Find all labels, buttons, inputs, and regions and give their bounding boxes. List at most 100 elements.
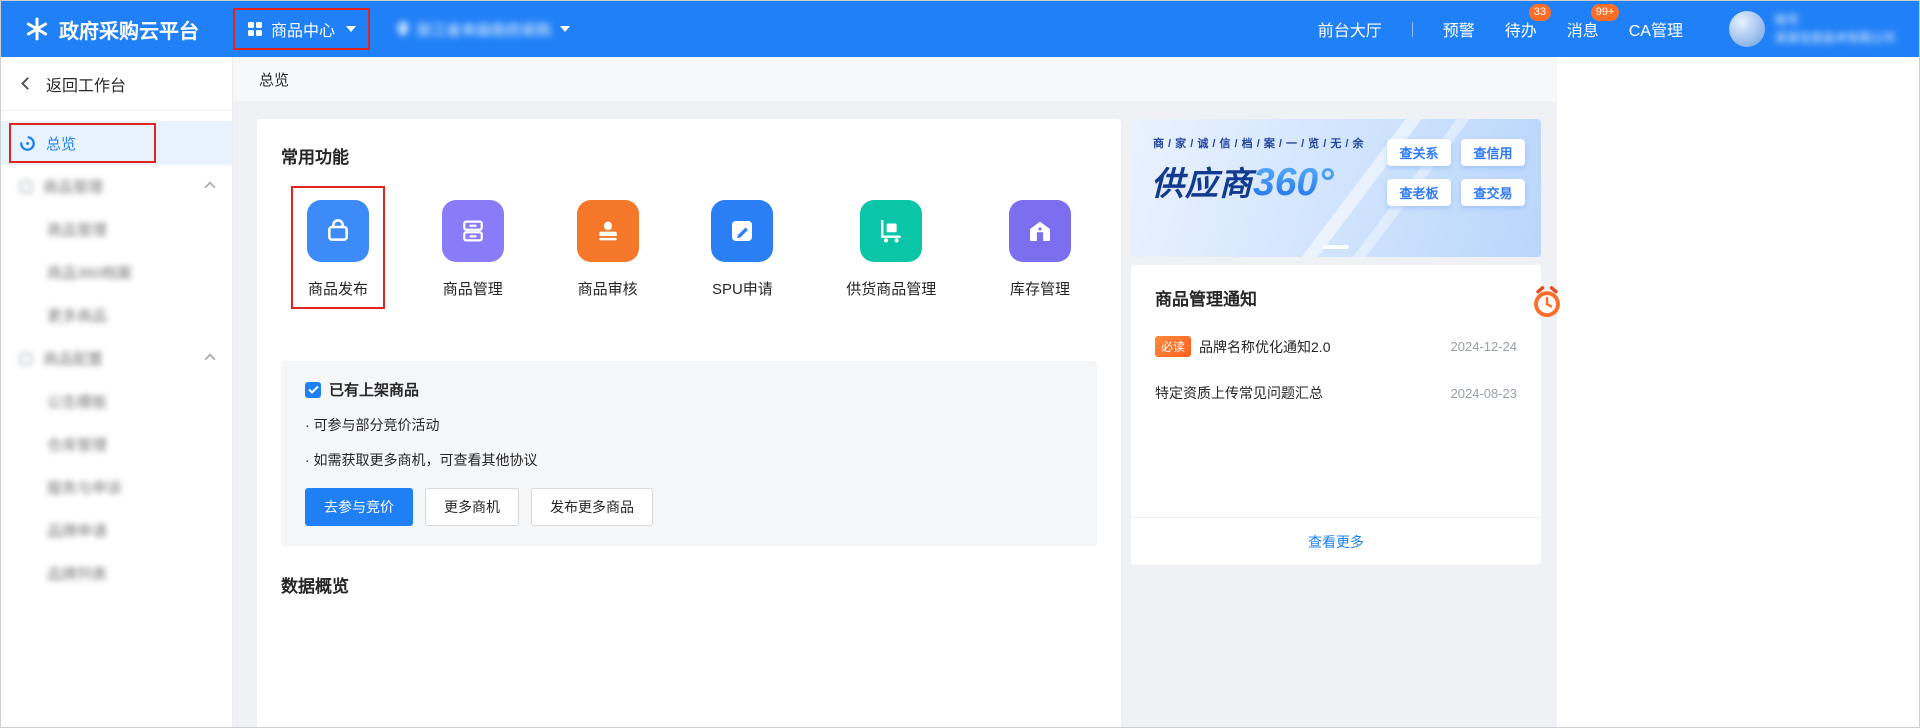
org-blurred-content: 浙江省本级政府采购: [396, 19, 551, 40]
tip-title: 已有上架商品: [329, 379, 419, 400]
avatar[interactable]: [1729, 11, 1765, 47]
breadcrumb-current: 总览: [259, 69, 289, 90]
chevron-down-icon: [560, 26, 570, 32]
fn-label: 商品审核: [578, 278, 638, 299]
message-count-badge: 99+: [1591, 4, 1620, 21]
content-area: 常用功能 商品发布 商品管理: [233, 101, 1557, 727]
sidebar-item-blurred[interactable]: 仓库管理: [1, 423, 232, 466]
org-switcher[interactable]: 浙江省本级政府采购: [396, 19, 570, 40]
tip-line-1: · 可参与部分竞价活动: [305, 415, 1073, 435]
fn-label: 库存管理: [1010, 278, 1070, 299]
carousel-indicator[interactable]: [1323, 245, 1349, 249]
must-read-tag: 必读: [1155, 336, 1191, 357]
notice-date: 2024-08-23: [1451, 386, 1518, 401]
fn-supply-product-management[interactable]: 供货商品管理: [846, 200, 936, 299]
grid-icon: [247, 21, 263, 37]
listed-products-tip: 已有上架商品 · 可参与部分竞价活动 · 如需获取更多商机，可查看其他协议 去参…: [281, 361, 1097, 546]
fn-product-review[interactable]: 商品审核: [577, 200, 639, 299]
user-menu[interactable]: 账号 某某信息技术有限公司: [1729, 11, 1895, 47]
notice-title: 商品管理通知: [1155, 285, 1517, 310]
chevron-down-icon: [346, 26, 356, 32]
sidebar-item-blurred[interactable]: 品牌申请: [1, 509, 232, 552]
sidebar-item-overview[interactable]: 总览: [1, 121, 232, 165]
tip-buttons: 去参与竞价 更多商机 发布更多商品: [305, 488, 1073, 526]
fn-product-publish[interactable]: 商品发布: [307, 200, 369, 299]
banner-slogan: 商 / 家 / 诚 / 信 / 档 / 案 / 一 / 览 / 无 / 余: [1153, 135, 1364, 151]
user-info-blurred: 账号 某某信息技术有限公司: [1775, 11, 1895, 47]
banner-title-360: 360°: [1253, 161, 1334, 205]
divider: [1412, 22, 1413, 37]
fn-label: 商品管理: [443, 278, 503, 299]
fn-product-management[interactable]: 商品管理: [442, 200, 504, 299]
overview-icon: [19, 135, 36, 152]
banner-title: 供应商 360°: [1151, 157, 1334, 205]
nav-message[interactable]: 消息 99+: [1567, 17, 1599, 41]
common-functions-card: 常用功能 商品发布 商品管理: [257, 119, 1121, 727]
publish-more-products-button[interactable]: 发布更多商品: [531, 488, 653, 526]
sidebar-item-blurred[interactable]: 更多商品: [1, 294, 232, 337]
banner-buttons: 查关系 查信用 查老板 查交易: [1387, 139, 1525, 206]
common-functions-title: 常用功能: [281, 143, 1097, 168]
fn-label: SPU申请: [712, 278, 773, 299]
notice-item[interactable]: 特定资质上传常见问题汇总 2024-08-23: [1155, 383, 1517, 403]
fn-label: 商品发布: [308, 278, 368, 299]
pencil-icon: [711, 200, 773, 262]
sidebar-group-blurred[interactable]: 商品配置: [1, 337, 232, 380]
check-credit-button[interactable]: 查信用: [1461, 139, 1525, 166]
product-notice-card: 商品管理通知 必读 品牌名称优化通知2.0 2024-12-24 特定资质上传常…: [1131, 265, 1541, 565]
warehouse-icon: [1009, 200, 1071, 262]
nav-front-hall[interactable]: 前台大厅: [1318, 17, 1382, 41]
nav-message-label: 消息: [1567, 23, 1599, 40]
sidebar-item-blurred[interactable]: 服务与申诉: [1, 466, 232, 509]
sidebar-item-blurred[interactable]: 商品360档案: [1, 251, 232, 294]
nav-warning[interactable]: 预警: [1443, 17, 1475, 41]
alarm-clock-float-icon[interactable]: [1529, 283, 1565, 323]
topbar: 政府采购云平台 商品中心 浙江省本级政府采购 前台大厅 预警 待办 33 消息: [1, 1, 1919, 57]
cabinet-icon: [442, 200, 504, 262]
check-transactions-button[interactable]: 查交易: [1461, 179, 1525, 206]
screen: 政府采购云平台 商品中心 浙江省本级政府采购 前台大厅 预警 待办 33 消息: [0, 0, 1920, 728]
supplier360-banner[interactable]: 商 / 家 / 诚 / 信 / 档 / 案 / 一 / 览 / 无 / 余 供应…: [1131, 119, 1541, 257]
org-label: 浙江省本级政府采购: [416, 19, 551, 40]
user-company: 某某信息技术有限公司: [1775, 29, 1895, 47]
breadcrumb: 总览: [233, 57, 1557, 101]
notice-date: 2024-12-24: [1451, 339, 1518, 354]
check-relations-button[interactable]: 查关系: [1387, 139, 1451, 166]
sidebar: 返回工作台 总览 商品管理 商品管理 商品360档案 更多商品: [1, 57, 233, 727]
stamp-icon: [577, 200, 639, 262]
brand: 政府采购云平台: [25, 15, 199, 44]
sidebar-group-blurred[interactable]: 商品管理: [1, 165, 232, 208]
check-boss-button[interactable]: 查老板: [1387, 179, 1451, 206]
product-center-label: 商品中心: [271, 17, 335, 41]
data-overview-title: 数据概览: [281, 572, 1097, 597]
right-white-area: [1557, 57, 1919, 727]
notice-text: 特定资质上传常见问题汇总: [1155, 383, 1323, 403]
overview-label: 总览: [46, 133, 76, 154]
checkbox-checked-icon[interactable]: [305, 382, 321, 398]
sidebar-menu: 总览 商品管理 商品管理 商品360档案 更多商品 商品配置 公告模: [1, 111, 232, 595]
chevron-up-icon: [204, 181, 215, 192]
todo-count-badge: 33: [1529, 4, 1551, 21]
cart-icon: [860, 200, 922, 262]
back-to-workspace-button[interactable]: 返回工作台: [1, 57, 232, 111]
chevron-up-icon: [204, 353, 215, 364]
fn-spu-apply[interactable]: SPU申请: [711, 200, 773, 299]
brand-title: 政府采购云平台: [59, 15, 199, 44]
sidebar-item-blurred[interactable]: 商品管理: [1, 208, 232, 251]
topbar-nav: 前台大厅 预警 待办 33 消息 99+ CA管理: [1318, 17, 1683, 41]
folder-icon: [19, 180, 33, 194]
fn-inventory-management[interactable]: 库存管理: [1009, 200, 1071, 299]
more-opportunities-button[interactable]: 更多商机: [425, 488, 519, 526]
sidebar-item-blurred[interactable]: 品牌列表: [1, 552, 232, 595]
join-bidding-button[interactable]: 去参与竞价: [305, 488, 413, 526]
user-name: 账号: [1775, 11, 1895, 29]
nav-ca-management[interactable]: CA管理: [1629, 17, 1683, 41]
notice-text: 品牌名称优化通知2.0: [1199, 337, 1330, 357]
sidebar-item-blurred[interactable]: 公告模板: [1, 380, 232, 423]
nav-todo[interactable]: 待办 33: [1505, 17, 1537, 41]
product-center-menu[interactable]: 商品中心: [233, 8, 370, 50]
notice-item[interactable]: 必读 品牌名称优化通知2.0 2024-12-24: [1155, 336, 1517, 357]
folder-icon: [19, 352, 33, 366]
view-more-link[interactable]: 查看更多: [1131, 517, 1541, 565]
nav-todo-label: 待办: [1505, 23, 1537, 40]
